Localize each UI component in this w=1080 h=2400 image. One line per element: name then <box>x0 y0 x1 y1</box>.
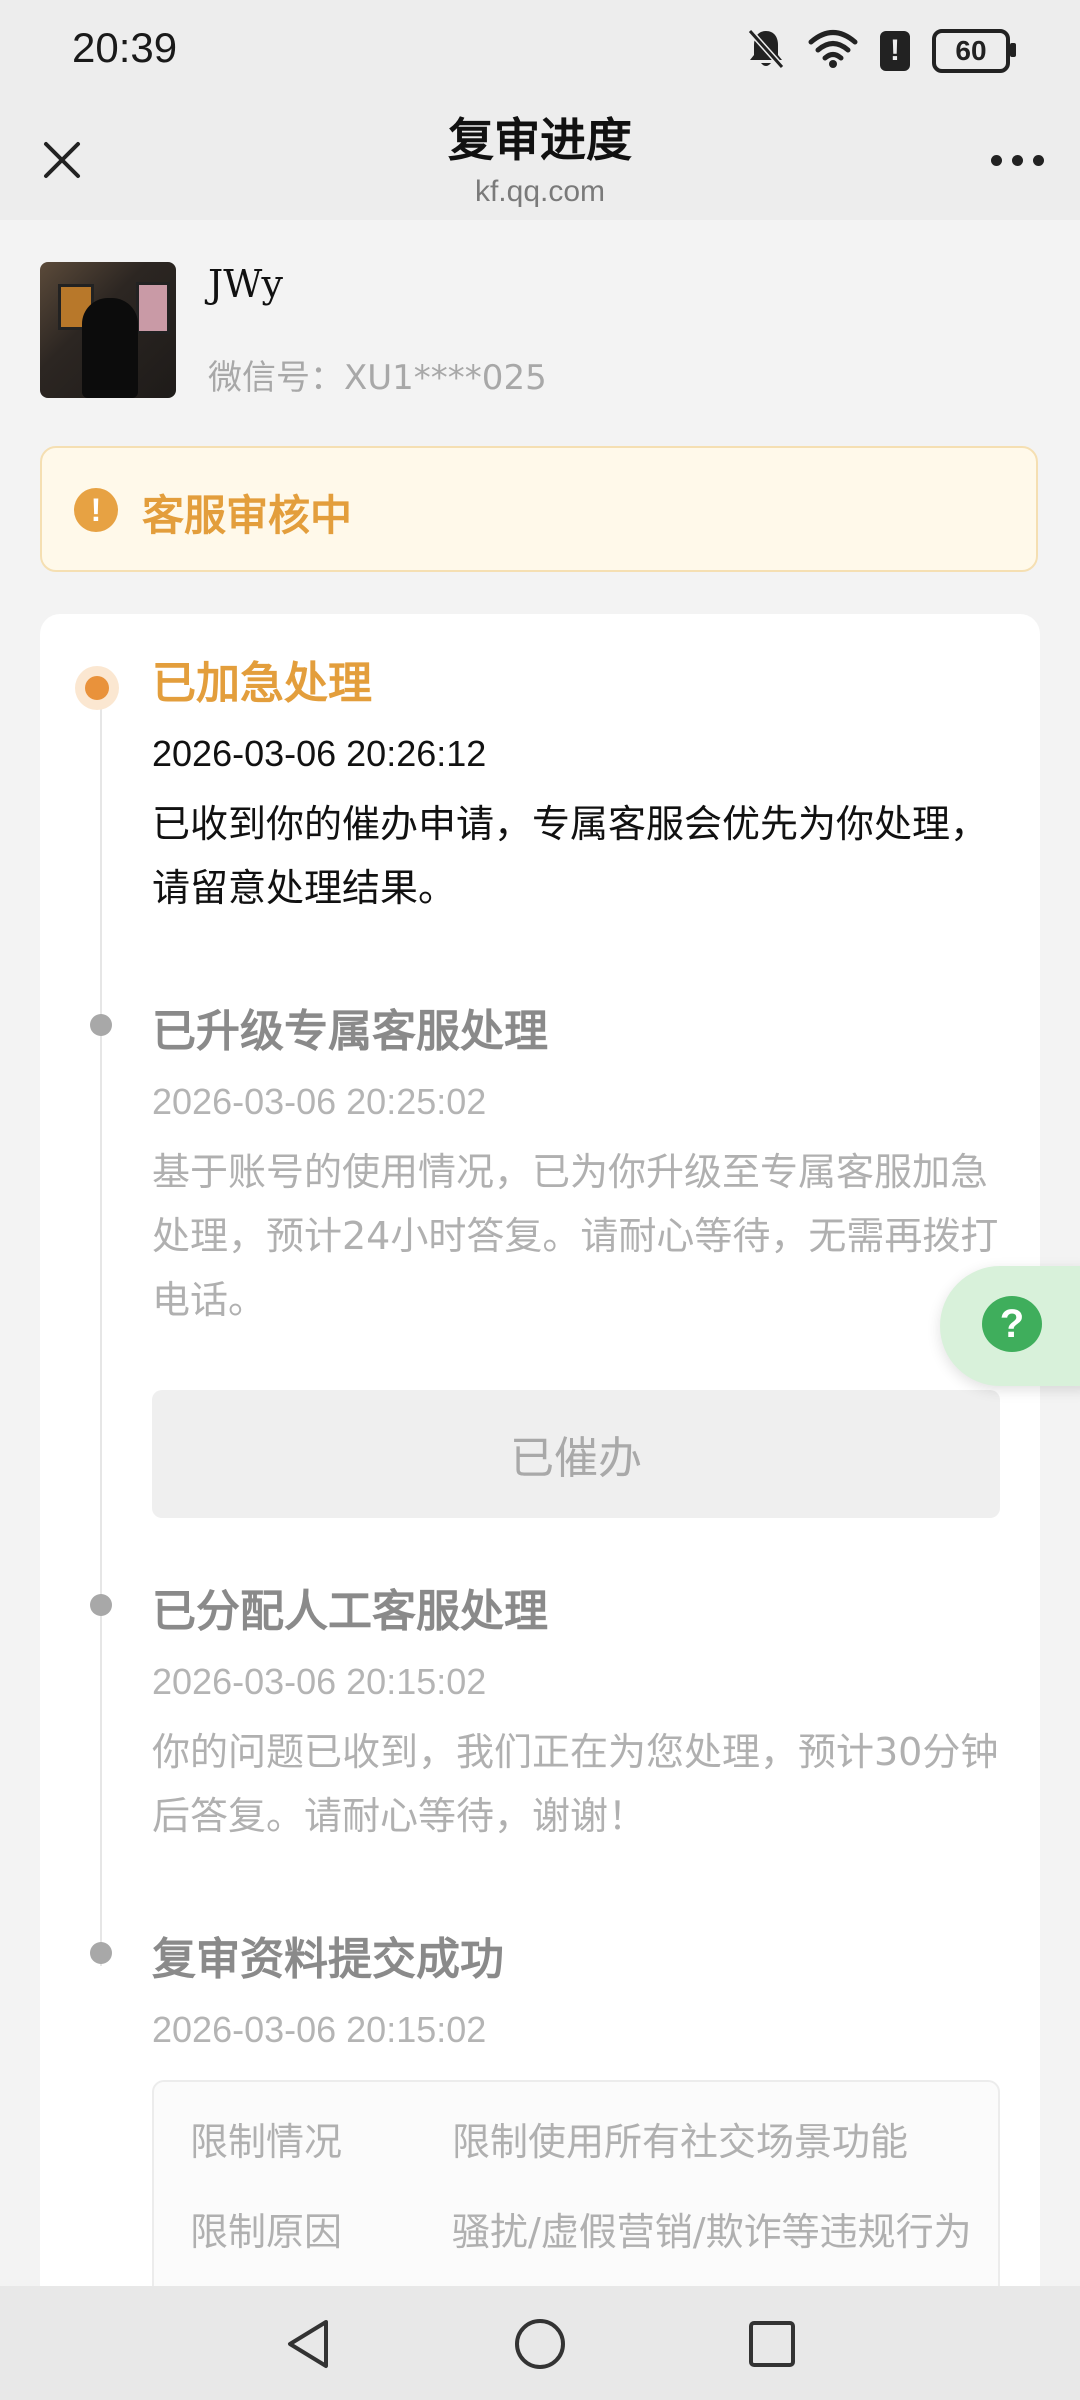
wifi-icon <box>808 29 858 73</box>
timeline-step: 复审资料提交成功 2026-03-06 20:15:02 <box>152 1930 1002 2056</box>
detail-key: 限制情况 <box>190 2120 343 2164</box>
back-icon[interactable] <box>278 2314 338 2374</box>
detail-value: 限制使用所有社交场景功能 <box>452 2120 909 2164</box>
profile-name: JWy <box>208 262 283 306</box>
more-icon[interactable] <box>982 130 1052 190</box>
step-title: 复审资料提交成功 <box>152 1934 504 1985</box>
timeline-line <box>100 1616 102 1966</box>
step-time: 2026-03-06 20:15:02 <box>152 2009 487 2050</box>
profile: JWy 微信号：XU1****025 <box>40 262 1040 402</box>
exclamation-icon: ! <box>74 488 118 532</box>
step-desc: 你的问题已收到，我们正在为您处理，预计30分钟后答复。请耐心等待，谢谢！ <box>152 1730 999 1838</box>
step-title: 已加急处理 <box>152 658 372 709</box>
page-title: 复审进度 <box>448 113 632 167</box>
more-dot <box>1011 154 1023 166</box>
review-status-text: 客服审核中 <box>142 491 353 540</box>
avatar <box>40 262 176 398</box>
step-title: 已升级专属客服处理 <box>152 1006 548 1057</box>
wechat-id: 微信号：XU1****025 <box>208 358 547 398</box>
help-question-icon: ? <box>982 1296 1042 1352</box>
home-icon[interactable] <box>510 2314 570 2374</box>
page-domain: kf.qq.com <box>474 175 606 208</box>
detail-value: 骚扰/虚假营销/欺诈等违规行为 <box>452 2210 972 2254</box>
timeline-step: 已加急处理 2026-03-06 20:26:12 已收到你的催办申请，专属客服… <box>152 654 1002 920</box>
step-title: 已分配人工客服处理 <box>152 1586 548 1637</box>
step-time: 2026-03-06 20:26:12 <box>152 733 487 774</box>
bell-muted-icon <box>746 27 786 75</box>
timeline-card: 已加急处理 2026-03-06 20:26:12 已收到你的催办申请，专属客服… <box>40 614 1040 2380</box>
battery-level: 60 <box>955 35 987 66</box>
timeline-dot <box>90 1014 112 1036</box>
review-status-banner: ! 客服审核中 <box>40 446 1038 572</box>
avatar-frame <box>136 282 170 334</box>
status-icons: ! 60 <box>746 26 1016 76</box>
detail-key: 限制原因 <box>190 2210 343 2254</box>
screen: 20:39 ! 60 复审进度 kf.qq.com JWy 微信号：XU1***… <box>0 0 1080 2400</box>
step-desc: 基于账号的使用情况，已为你升级至专属客服加急处理，预计24小时答复。请耐心等待，… <box>152 1150 999 1322</box>
alert-icon: ! <box>880 31 910 71</box>
status-bar: 20:39 ! 60 <box>0 0 1080 100</box>
timeline-dot <box>90 1594 112 1616</box>
step-time: 2026-03-06 20:15:02 <box>152 1661 487 1702</box>
nav-bar: 复审进度 kf.qq.com <box>0 100 1080 220</box>
more-dot <box>990 154 1002 166</box>
timeline-step: 已升级专属客服处理 2026-03-06 20:25:02 基于账号的使用情况，… <box>152 1002 1002 1332</box>
more-dot <box>1032 154 1044 166</box>
status-time: 20:39 <box>72 24 178 71</box>
urged-button[interactable]: 已催办 <box>152 1390 1000 1518</box>
step-time: 2026-03-06 20:25:02 <box>152 1081 487 1122</box>
recents-icon[interactable] <box>742 2314 802 2374</box>
avatar-person <box>82 298 138 398</box>
step-desc: 已收到你的催办申请，专属客服会优先为你处理，请留意处理结果。 <box>152 802 989 910</box>
battery-icon: 60 <box>932 29 1016 73</box>
help-button[interactable]: ? <box>940 1266 1080 1386</box>
nav-title-block: 复审进度 kf.qq.com <box>0 108 1080 212</box>
timeline-line <box>100 1058 102 1640</box>
timeline-dot <box>90 1942 112 1964</box>
timeline-step: 已分配人工客服处理 2026-03-06 20:15:02 你的问题已收到，我们… <box>152 1582 1002 1848</box>
timeline-dot-active <box>85 676 109 700</box>
system-nav-bar <box>0 2286 1080 2400</box>
